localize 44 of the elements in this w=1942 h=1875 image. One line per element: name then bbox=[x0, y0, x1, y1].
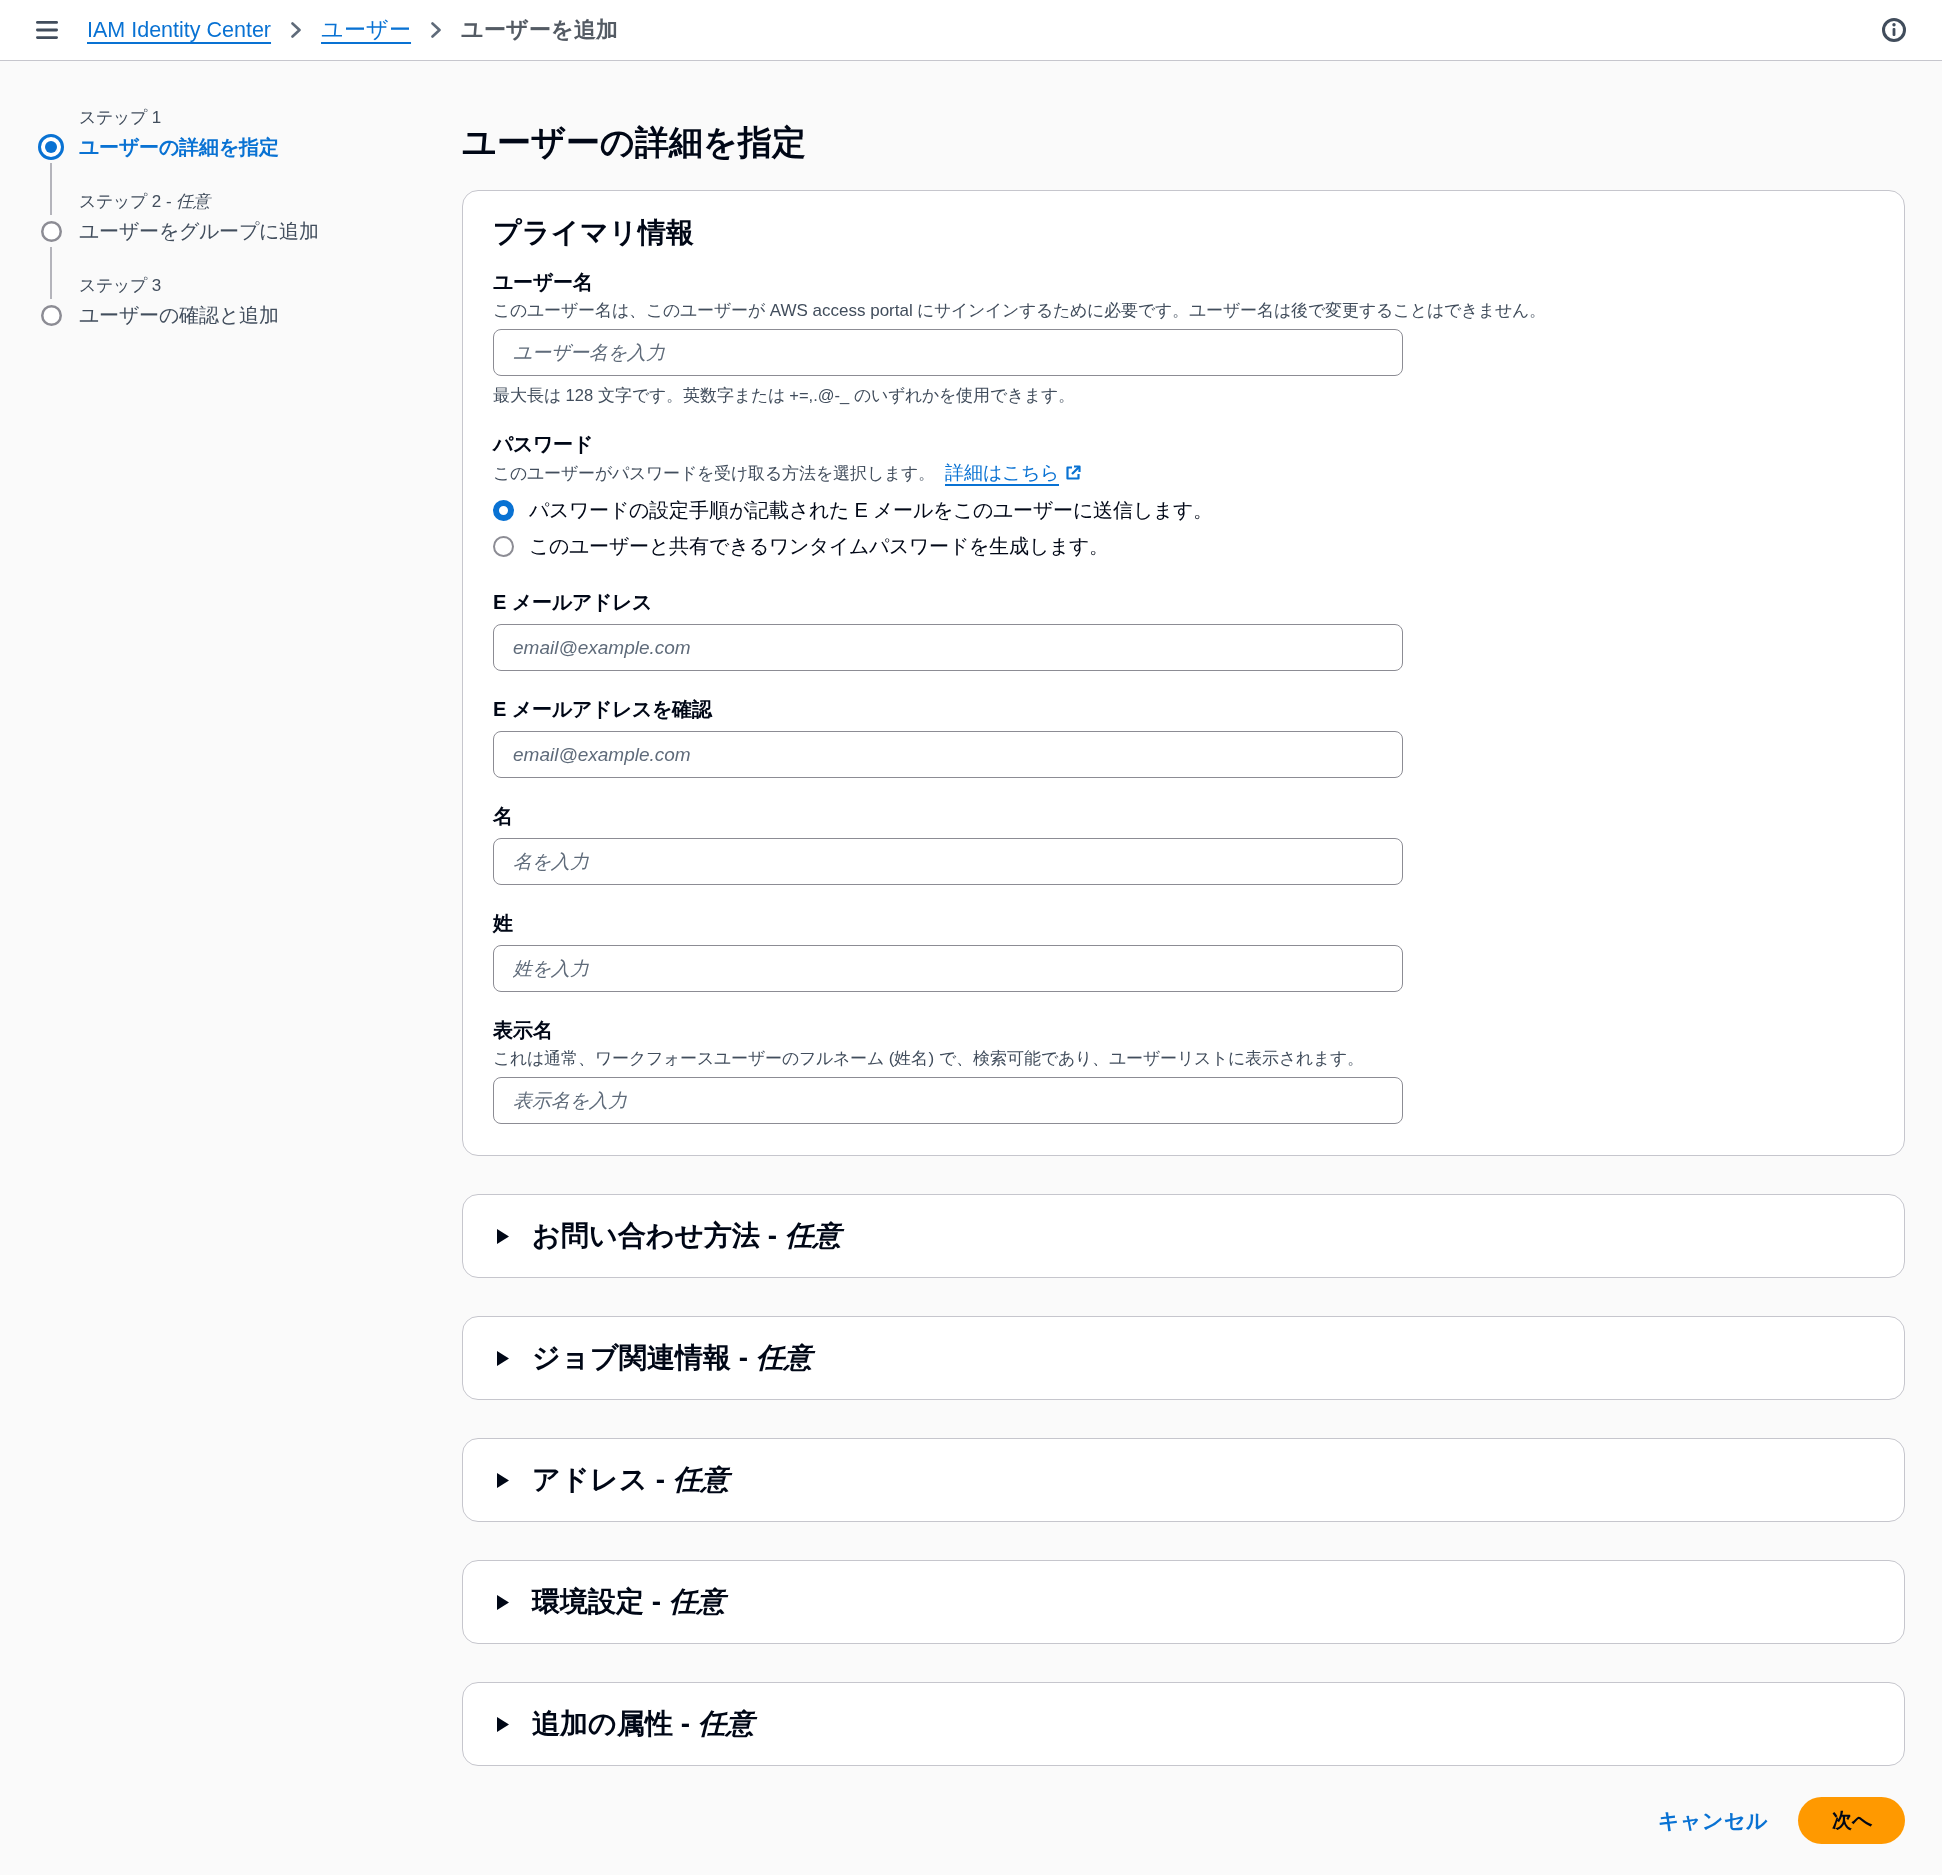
input-field[interactable]: 姓を入力 bbox=[493, 945, 1403, 992]
menu-icon[interactable] bbox=[36, 21, 58, 39]
breadcrumb-link[interactable]: ユーザー bbox=[321, 16, 412, 44]
radio-button[interactable] bbox=[493, 499, 514, 521]
field-label: 姓 bbox=[493, 911, 514, 936]
radio-button[interactable] bbox=[493, 535, 514, 557]
expandable-section[interactable]: 追加の属性 - 任意 bbox=[462, 1682, 1905, 1766]
field-label: 名 bbox=[493, 804, 514, 829]
field-description: このユーザー名は、このユーザーが AWS access portal にサインインするために必要です。ユーザー名は後で変更することはできません。 bbox=[493, 300, 1547, 322]
step-label: ステップ 1 bbox=[79, 107, 163, 129]
field-description: これは通常、ワークフォースユーザーのフルネーム (姓名) で、検索可能であり、ユーザーリストに表示されます。 bbox=[493, 1048, 1364, 1070]
input-field[interactable]: ユーザー名を入力 bbox=[493, 329, 1403, 376]
breadcrumb-link[interactable]: IAM Identity Center bbox=[87, 16, 272, 44]
info-icon[interactable] bbox=[1882, 18, 1906, 42]
step-label: ステップ 2 - 任意 bbox=[79, 191, 213, 213]
field-label: 表示名 bbox=[493, 1018, 554, 1043]
learn-more-link[interactable]: 詳細はこちら bbox=[945, 461, 1081, 485]
step-title: ユーザーをグループに追加 bbox=[79, 219, 320, 244]
field-label: E メールアドレスを確認 bbox=[493, 697, 714, 722]
chevron-right-icon bbox=[431, 22, 442, 38]
radio-label[interactable]: このユーザーと共有できるワンタイムパスワードを生成します。 bbox=[529, 532, 1109, 560]
page-title: ユーザーの詳細を指定 bbox=[462, 122, 807, 163]
field-label: E メールアドレス bbox=[493, 590, 653, 615]
step-label: ステップ 3 bbox=[79, 275, 163, 297]
expandable-section[interactable]: お問い合わせ方法 - 任意 bbox=[462, 1194, 1905, 1278]
chevron-right-icon bbox=[291, 22, 302, 38]
step-title: ユーザーの詳細を指定 bbox=[79, 135, 280, 160]
input-field[interactable]: 名を入力 bbox=[493, 838, 1403, 885]
input-field[interactable]: 表示名を入力 bbox=[493, 1077, 1403, 1124]
input-field[interactable]: email@example.com bbox=[493, 731, 1403, 778]
next-button[interactable]: 次へ bbox=[1798, 1797, 1905, 1844]
radio-label[interactable]: パスワードの設定手順が記載された E メールをこのユーザーに送信します。 bbox=[529, 496, 1214, 524]
expandable-section[interactable]: 環境設定 - 任意 bbox=[462, 1560, 1905, 1644]
expandable-section[interactable]: ジョブ関連情報 - 任意 bbox=[462, 1316, 1905, 1400]
field-label: パスワード bbox=[493, 432, 594, 457]
field-label: ユーザー名 bbox=[493, 270, 594, 295]
cancel-button[interactable]: キャンセル bbox=[1652, 1797, 1774, 1844]
field-description: このユーザーがパスワードを受け取る方法を選択します。 bbox=[493, 463, 935, 485]
field-hint: 最大長は 128 文字です。英数字または +=,.@-_ のいずれかを使用できます。 bbox=[493, 385, 1076, 406]
expandable-section[interactable]: アドレス - 任意 bbox=[462, 1438, 1905, 1522]
breadcrumb-current: ユーザーを追加 bbox=[461, 17, 619, 44]
step-title: ユーザーの確認と追加 bbox=[79, 303, 280, 328]
card-title: プライマリ情報 bbox=[493, 216, 695, 250]
input-field[interactable]: email@example.com bbox=[493, 624, 1403, 671]
